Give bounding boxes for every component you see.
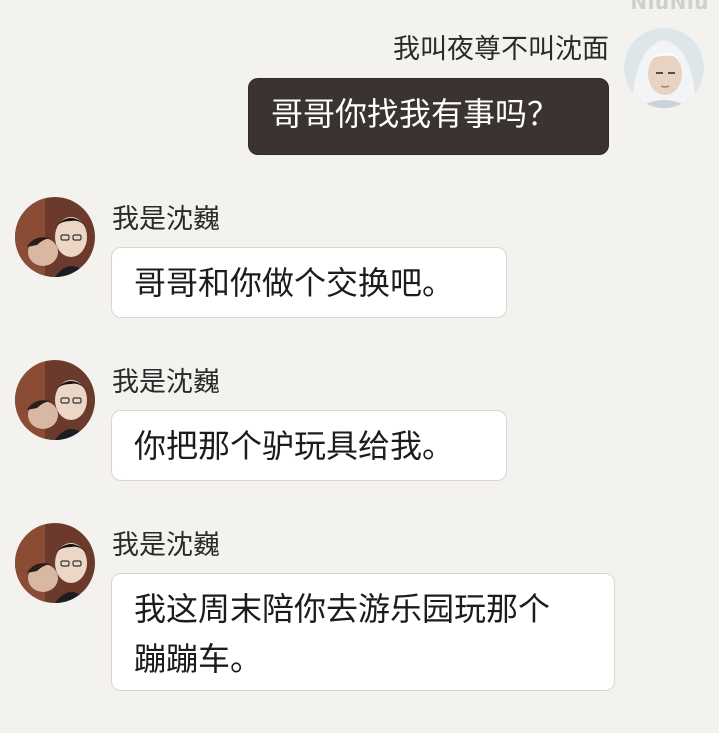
avatar[interactable] bbox=[15, 360, 95, 440]
sender-name: 我叫夜尊不叫沈面 bbox=[393, 34, 609, 65]
message-incoming: 我是沈巍 哥哥和你做个交换吧。 bbox=[0, 190, 719, 330]
message-bubble[interactable]: 哥哥和你做个交换吧。 bbox=[111, 247, 507, 318]
message-bubble[interactable]: 哥哥你找我有事吗？ bbox=[248, 78, 609, 155]
avatar-two-men-selfie-icon bbox=[15, 197, 95, 277]
avatar-two-men-selfie-icon bbox=[15, 360, 95, 440]
sender-name: 我是沈巍 bbox=[112, 367, 220, 398]
sender-name: 我是沈巍 bbox=[112, 530, 220, 561]
message-outgoing: 我叫夜尊不叫沈面 哥哥你找我有事吗？ bbox=[0, 0, 719, 170]
avatar-white-hair-man-icon bbox=[624, 28, 704, 108]
message-bubble[interactable]: 我这周末陪你去游乐园玩那个 蹦蹦车。 bbox=[111, 573, 615, 691]
avatar[interactable] bbox=[15, 197, 95, 277]
message-bubble[interactable]: 你把那个驴玩具给我。 bbox=[111, 410, 507, 481]
avatar[interactable] bbox=[15, 523, 95, 603]
message-incoming: 我是沈巍 你把那个驴玩具给我。 bbox=[0, 353, 719, 493]
message-incoming: 我是沈巍 我这周末陪你去游乐园玩那个 蹦蹦车。 bbox=[0, 516, 719, 706]
sender-name: 我是沈巍 bbox=[112, 204, 220, 235]
avatar-two-men-selfie-icon bbox=[15, 523, 95, 603]
avatar[interactable] bbox=[624, 28, 704, 108]
